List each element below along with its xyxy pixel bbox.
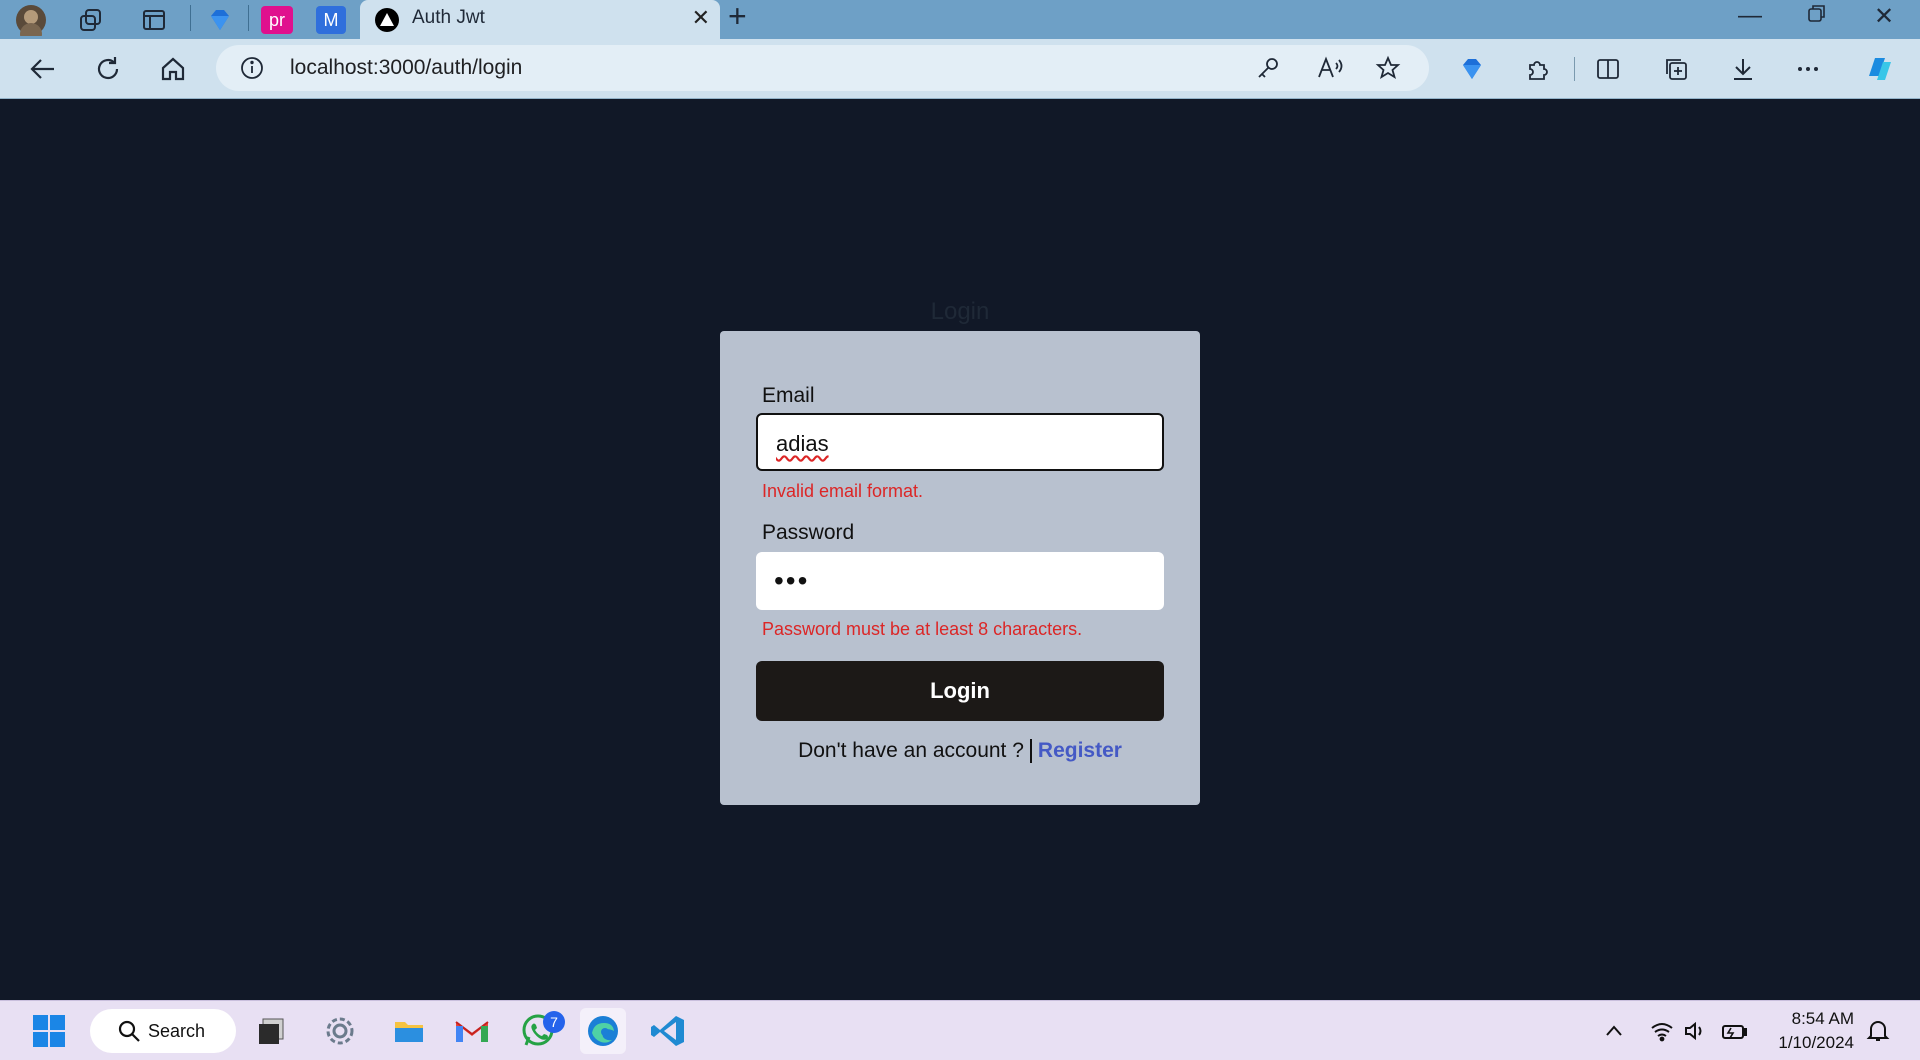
favorite-star-icon[interactable] bbox=[1372, 52, 1404, 84]
gem-extension-icon[interactable] bbox=[203, 3, 237, 37]
downloads-icon[interactable] bbox=[1725, 51, 1761, 87]
gem-extension-toolbar-icon[interactable] bbox=[1454, 51, 1490, 87]
close-tab-icon[interactable]: ✕ bbox=[692, 5, 710, 31]
minimize-icon[interactable]: — bbox=[1738, 2, 1762, 30]
login-card: Email adias Invalid email format. Passwo… bbox=[720, 331, 1200, 805]
copilot-icon[interactable] bbox=[1862, 51, 1898, 87]
collections-icon[interactable] bbox=[1658, 51, 1694, 87]
search-label: Search bbox=[148, 1021, 206, 1041]
file-explorer-icon[interactable] bbox=[386, 1008, 432, 1054]
key-icon[interactable] bbox=[1252, 52, 1284, 84]
register-prompt: Don't have an account ? bbox=[798, 739, 1024, 762]
register-row: Don't have an account ? Register bbox=[720, 739, 1200, 764]
restore-icon[interactable] bbox=[1806, 2, 1828, 31]
email-label: Email bbox=[762, 384, 815, 407]
home-icon[interactable] bbox=[153, 49, 193, 89]
password-value: ••• bbox=[774, 565, 810, 596]
gmail-icon[interactable] bbox=[449, 1008, 495, 1054]
new-tab-button[interactable]: + bbox=[728, 0, 747, 32]
pinned-tab-pr[interactable]: pr bbox=[260, 3, 294, 37]
split-screen-icon[interactable] bbox=[1590, 51, 1626, 87]
tab-title: Auth Jwt bbox=[412, 7, 485, 28]
clock-date: 1/10/2024 bbox=[1778, 1033, 1854, 1052]
login-button[interactable]: Login bbox=[756, 661, 1164, 721]
vscode-icon[interactable] bbox=[645, 1008, 691, 1054]
url-text[interactable]: localhost:3000/auth/login bbox=[290, 56, 522, 80]
notifications-icon[interactable] bbox=[1864, 1017, 1892, 1045]
windows-taskbar: Search 7 8:54 AM 1/10/2024 bbox=[0, 1000, 1920, 1060]
address-bar[interactable]: localhost:3000/auth/login bbox=[216, 45, 1429, 91]
browser-toolbar: localhost:3000/auth/login bbox=[0, 39, 1920, 99]
email-value: adias bbox=[776, 431, 829, 456]
battery-icon[interactable] bbox=[1720, 1017, 1748, 1045]
profile-avatar[interactable] bbox=[14, 3, 48, 37]
register-link[interactable]: Register bbox=[1038, 739, 1122, 762]
extensions-puzzle-icon[interactable] bbox=[1520, 51, 1556, 87]
email-error: Invalid email format. bbox=[762, 481, 924, 501]
nextjs-favicon-icon bbox=[374, 7, 400, 38]
wifi-icon[interactable] bbox=[1648, 1017, 1676, 1045]
pinned-tab-m-label: M bbox=[316, 6, 346, 34]
tab-actions-icon[interactable] bbox=[137, 3, 171, 37]
edge-browser-icon[interactable] bbox=[580, 1008, 626, 1054]
volume-icon[interactable] bbox=[1681, 1017, 1709, 1045]
settings-gear-icon[interactable] bbox=[317, 1008, 363, 1054]
back-icon[interactable] bbox=[22, 49, 62, 89]
password-label: Password bbox=[762, 521, 855, 544]
browser-tab-strip: pr M Auth Jwt ✕ + — ✕ bbox=[0, 0, 1920, 39]
read-aloud-icon[interactable] bbox=[1314, 52, 1346, 84]
close-window-icon[interactable]: ✕ bbox=[1874, 2, 1894, 31]
page-body: Login Email adias Invalid email format. … bbox=[0, 99, 1920, 1000]
tab-auth-jwt[interactable]: Auth Jwt ✕ bbox=[360, 0, 720, 39]
refresh-icon[interactable] bbox=[88, 49, 128, 89]
start-windows-icon[interactable] bbox=[26, 1008, 72, 1054]
email-field[interactable]: adias bbox=[756, 413, 1164, 471]
page-title: Login bbox=[930, 298, 990, 325]
whatsapp-badge: 7 bbox=[543, 1011, 565, 1033]
site-info-icon[interactable] bbox=[236, 52, 268, 84]
workspaces-icon[interactable] bbox=[74, 3, 108, 37]
password-error: Password must be at least 8 characters. bbox=[762, 619, 1083, 639]
pinned-tab-pr-label: pr bbox=[261, 6, 293, 34]
clock-time: 8:54 AM bbox=[1791, 1009, 1854, 1028]
taskbar-search[interactable]: Search bbox=[90, 1009, 236, 1053]
more-options-icon[interactable] bbox=[1790, 51, 1826, 87]
divider bbox=[1029, 739, 1032, 764]
search-icon bbox=[118, 1020, 140, 1047]
system-clock[interactable]: 8:54 AM 1/10/2024 bbox=[1778, 1007, 1854, 1055]
chevron-up-icon[interactable] bbox=[1600, 1017, 1628, 1045]
password-field[interactable]: ••• bbox=[756, 552, 1164, 610]
task-view-icon[interactable] bbox=[248, 1008, 294, 1054]
pinned-tab-m[interactable]: M bbox=[314, 3, 348, 37]
